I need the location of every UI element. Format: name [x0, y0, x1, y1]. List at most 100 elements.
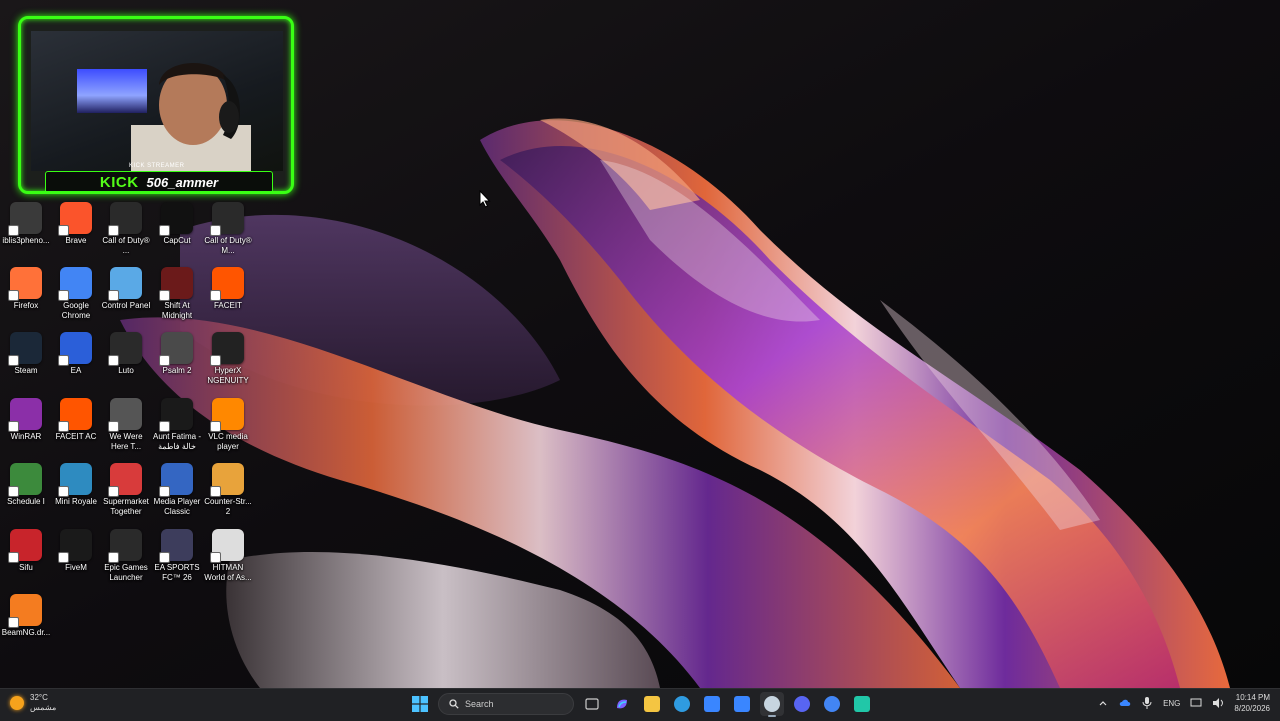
onedrive-tray-icon[interactable] [1119, 697, 1131, 709]
ea-sports-fc-icon [159, 529, 193, 563]
taskbar-pinned-apps [640, 692, 874, 717]
desktop-icon[interactable]: Counter-Str... 2 [202, 459, 254, 517]
volume-tray-icon[interactable] [1212, 697, 1224, 709]
desktop-icon-label: WinRAR [10, 432, 42, 441]
start-button[interactable] [408, 692, 432, 716]
desktop-icon[interactable]: Call of Duty® M... [202, 198, 254, 256]
desktop-icon[interactable]: FACEIT [202, 263, 254, 311]
desktop-icon-label: Google Chrome [61, 301, 91, 320]
desktop-icon[interactable]: Mini Royale [50, 459, 102, 507]
desktop-icon[interactable]: FACEIT AC [50, 394, 102, 442]
psalm-icon [159, 332, 193, 366]
desktop-icon[interactable]: iblis3pheno... [0, 198, 52, 246]
desktop-icon-label: BeamNG.dr... [1, 628, 51, 637]
taskbar-app-steam[interactable] [760, 692, 784, 717]
vlc-icon [210, 398, 244, 432]
desktop-icon[interactable]: Luto [100, 328, 152, 376]
desktop-icon[interactable]: Brave [50, 198, 102, 246]
desktop-icon[interactable]: Epic Games Launcher [100, 525, 152, 583]
windows-logo-icon [412, 696, 428, 712]
desktop-icon[interactable]: Media Player Classic [151, 459, 203, 517]
microphone-tray-icon[interactable] [1141, 697, 1153, 709]
network-tray-icon[interactable] [1190, 697, 1202, 709]
shortcut-arrow-icon [8, 552, 19, 563]
desktop-icon-label: Firefox [13, 301, 39, 310]
taskbar-app-chrome[interactable] [820, 692, 844, 716]
shortcut-arrow-icon [8, 486, 19, 497]
taskbar-clock[interactable]: 10:14 PM 8/20/2026 [1234, 692, 1270, 714]
taskbar: 32°C مشمس Search ENG 10:14 PM 8/20/2026 [0, 688, 1280, 721]
desktop-icon[interactable]: Psalm 2 [151, 328, 203, 376]
desktop-icon[interactable]: HyperX NGENUITY [202, 328, 254, 386]
desktop-icon[interactable]: Call of Duty® ... [100, 198, 152, 256]
desktop-icon-label: FACEIT AC [55, 432, 97, 441]
desktop-icon-label: iblis3pheno... [2, 236, 50, 245]
taskbar-app-discord[interactable] [790, 692, 814, 716]
desktop-icon[interactable]: EA SPORTS FC™ 26 [151, 525, 203, 583]
speaker-icon [1213, 698, 1224, 708]
desktop-icon[interactable]: Control Panel [100, 263, 152, 311]
desktop-icon[interactable]: Aunt Fatima - خالة فاطمة [151, 394, 203, 452]
desktop-icon[interactable]: Supermarket Together [100, 459, 152, 517]
show-hidden-icons-button[interactable] [1097, 697, 1109, 709]
desktop-icon-label: Psalm 2 [162, 366, 192, 375]
desktop-icon-label: Supermarket Together [103, 497, 149, 516]
desktop-icon-label: Shift At Midnight [161, 301, 193, 320]
desktop-icon[interactable]: We Were Here T... [100, 394, 152, 452]
chrome-icon [58, 267, 92, 301]
taskbar-search-box[interactable]: Search [438, 693, 574, 715]
task-view-icon [585, 698, 599, 710]
taskbar-app-mail[interactable] [730, 692, 754, 716]
desktop-icon[interactable]: HITMAN World of As... [202, 525, 254, 583]
weather-widget[interactable]: 32°C مشمس [10, 693, 56, 713]
steam-icon [764, 696, 780, 712]
shortcut-arrow-icon [210, 552, 221, 563]
call-of-duty-mw-icon [210, 202, 244, 236]
epic-games-launcher-icon [108, 529, 142, 563]
shortcut-arrow-icon [58, 290, 69, 301]
desktop-icon[interactable]: Shift At Midnight [151, 263, 203, 321]
desktop-icon[interactable]: Google Chrome [50, 263, 102, 321]
counter-strike-icon [210, 463, 244, 497]
taskbar-app-edge[interactable] [670, 692, 694, 716]
desktop-icon-label: EA [70, 366, 82, 375]
task-view-button[interactable] [580, 692, 604, 716]
language-indicator[interactable]: ENG [1163, 699, 1180, 708]
taskbar-app-file-explorer[interactable] [640, 692, 664, 716]
streamer-username: 506_ammer [146, 174, 219, 190]
desktop-icon-label: Sifu [19, 563, 33, 572]
shortcut-arrow-icon [159, 486, 170, 497]
desktop-icon-label: Luto [118, 366, 134, 375]
shortcut-arrow-icon [210, 486, 221, 497]
ea-icon [58, 332, 92, 366]
shortcut-arrow-icon [58, 421, 69, 432]
shortcut-arrow-icon [159, 290, 170, 301]
shortcut-arrow-icon [159, 355, 170, 366]
shortcut-arrow-icon [58, 552, 69, 563]
shortcut-arrow-icon [58, 486, 69, 497]
steam-icon [8, 332, 42, 366]
aunt-fatima-icon [159, 398, 193, 432]
desktop-icon[interactable]: Schedule I [0, 459, 52, 507]
desktop-icon[interactable]: Sifu [0, 525, 52, 573]
desktop-icon[interactable]: Firefox [0, 263, 52, 311]
desktop-icon[interactable]: VLC media player [202, 394, 254, 452]
desktop-icon-label: CapCut [163, 236, 191, 245]
shortcut-arrow-icon [210, 225, 221, 236]
faceit-icon [210, 267, 244, 301]
desktop-icon[interactable]: WinRAR [0, 394, 52, 442]
desktop-icon[interactable]: FiveM [50, 525, 102, 573]
desktop-icon[interactable]: BeamNG.dr... [0, 590, 52, 638]
sifu-icon [8, 529, 42, 563]
mini-royale-icon [58, 463, 92, 497]
desktop-icon-label: We Were Here T... [109, 432, 143, 451]
taskbar-app-store[interactable] [700, 692, 724, 716]
desktop-icon[interactable]: CapCut [151, 198, 203, 246]
taskbar-app-app[interactable] [850, 692, 874, 716]
taskbar-center: Search [408, 692, 874, 717]
desktop-icon[interactable]: EA [50, 328, 102, 376]
copilot-icon [617, 699, 627, 709]
widgets-button[interactable] [610, 692, 634, 716]
shortcut-arrow-icon [210, 355, 221, 366]
desktop-icon[interactable]: Steam [0, 328, 52, 376]
